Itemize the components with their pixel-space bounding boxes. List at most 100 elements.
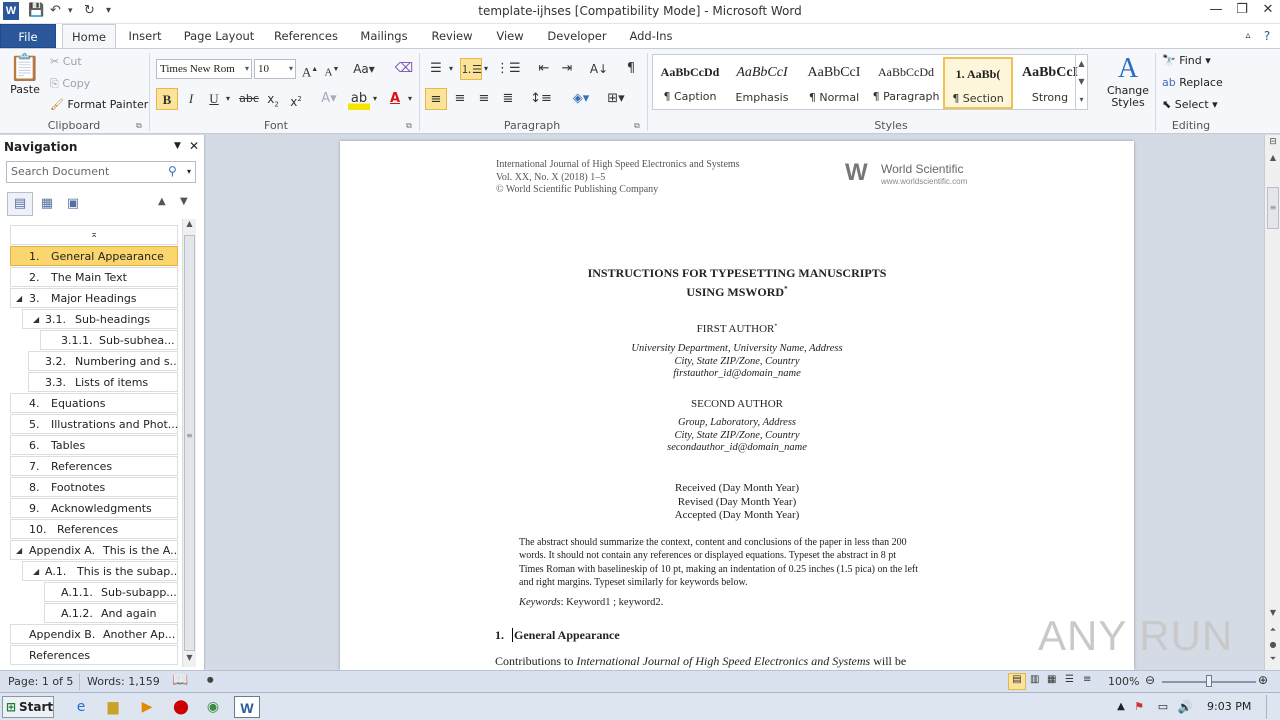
align-center-button[interactable]: ≡ — [449, 88, 471, 110]
volume-icon[interactable]: 🔊 — [1172, 696, 1198, 718]
font-color-icon[interactable]: A — [384, 88, 406, 110]
list-item[interactable]: 2. The Main Text — [10, 267, 178, 287]
list-item[interactable]: ◢ Appendix A. This is the A... — [10, 540, 178, 560]
start-button[interactable]: ⊞ Start — [2, 696, 54, 718]
zoom-in-icon[interactable]: ⊕ — [1258, 673, 1268, 687]
tab-results[interactable]: ▣ — [60, 192, 86, 216]
zoom-slider-thumb[interactable] — [1206, 675, 1212, 687]
numbering-dropdown-icon[interactable]: ▾ — [480, 58, 492, 80]
scroll-thumb[interactable]: ≡ — [184, 235, 195, 651]
highlight-dropdown-icon[interactable]: ▾ — [369, 88, 381, 110]
scroll-up-icon[interactable]: ▲ — [1267, 153, 1279, 165]
close-icon[interactable]: ✕ — [189, 139, 199, 153]
web-layout-icon[interactable]: ▦ — [1047, 674, 1056, 685]
paste-button[interactable]: 📋 Paste — [8, 53, 42, 107]
dialog-launcher-icon[interactable]: ⧉ — [634, 121, 640, 131]
list-item[interactable]: A.1.2. And again — [44, 603, 178, 623]
list-item[interactable]: ◢ 3.1. Sub-headings — [22, 309, 178, 329]
nav-scrollbar[interactable]: ▲ ≡ ▼ — [182, 219, 196, 667]
font-size-combo[interactable]: 10 ▾ — [254, 59, 296, 79]
dialog-launcher-icon[interactable]: ⧉ — [136, 121, 142, 131]
collapse-icon[interactable]: ◢ — [16, 541, 22, 559]
zoom-out-icon[interactable]: ⊖ — [1145, 673, 1155, 687]
list-item[interactable]: ◢ A.1. This is the subap... — [22, 561, 178, 581]
help-icon[interactable]: ? — [1258, 24, 1276, 48]
minimize-icon[interactable]: — — [1204, 2, 1228, 20]
collapse-icon[interactable]: ◢ — [16, 289, 22, 307]
tab-pages[interactable]: ▦ — [34, 192, 60, 216]
list-item[interactable]: References — [10, 645, 178, 665]
tab-headings[interactable]: ▤ — [7, 192, 33, 216]
tab-references[interactable]: References — [272, 24, 340, 48]
list-item[interactable]: A.1.1. Sub-subapp... — [44, 582, 178, 602]
ruler-toggle-icon[interactable]: ⊟ — [1267, 137, 1279, 149]
list-item[interactable]: 3.2. Numbering and s... — [28, 351, 178, 371]
list-item[interactable]: 10. References — [10, 519, 178, 539]
highlight-icon[interactable]: ab — [348, 88, 370, 110]
select-button[interactable]: ⬉ Select ▾ — [1162, 98, 1218, 111]
list-item[interactable]: Appendix B. Another Ap... — [10, 624, 178, 644]
full-screen-reading-icon[interactable]: ▥ — [1030, 674, 1039, 685]
underline-dropdown-icon[interactable]: ▾ — [222, 88, 234, 110]
tab-add-ins[interactable]: Add-Ins — [624, 24, 678, 48]
list-item[interactable]: ◢ 3. Major Headings — [10, 288, 178, 308]
close-icon[interactable]: ✕ — [1256, 2, 1280, 20]
list-item[interactable]: 5. Illustrations and Phot... — [10, 414, 178, 434]
scroll-up-icon[interactable]: ▲ — [183, 219, 196, 233]
media-player-icon[interactable]: ▶ — [134, 696, 160, 718]
print-layout-view-icon[interactable]: ▤ — [1008, 673, 1026, 690]
tab-insert[interactable]: Insert — [124, 24, 166, 48]
tab-review[interactable]: Review — [428, 24, 476, 48]
line-spacing-icon[interactable]: ↕≡ — [530, 88, 552, 110]
scroll-down-icon[interactable]: ▼ — [1267, 608, 1279, 620]
scroll-thumb[interactable]: ≡ — [1267, 187, 1279, 229]
zoom-level[interactable]: 100% — [1108, 675, 1139, 688]
clear-formatting-icon[interactable]: ⌫ — [393, 58, 415, 80]
previous-page-icon[interactable]: ⏶ — [1267, 625, 1279, 637]
antivirus-icon[interactable]: ⬤ — [168, 696, 194, 718]
find-button[interactable]: 🔭 Find ▾ — [1162, 54, 1211, 67]
restore-icon[interactable]: ❐ — [1230, 2, 1254, 20]
style-paragraph[interactable]: AaBbCcDd ¶ Paragraph — [871, 57, 941, 109]
justify-button[interactable]: ≣ — [497, 88, 519, 110]
scroll-down-icon[interactable]: ▼ — [183, 653, 196, 667]
tab-file[interactable]: File — [0, 24, 56, 48]
bullets-icon[interactable]: ☰ — [425, 58, 447, 80]
shrink-font-icon[interactable]: A▼ — [321, 58, 343, 80]
list-item[interactable]: 8. Footnotes — [10, 477, 178, 497]
decrease-indent-icon[interactable]: ⇤ — [533, 58, 555, 80]
tab-home[interactable]: Home — [62, 24, 116, 49]
minimize-ribbon-icon[interactable]: ▵ — [1240, 24, 1256, 48]
grow-font-icon[interactable]: A▲ — [299, 58, 321, 80]
borders-icon[interactable]: ⊞▾ — [605, 88, 627, 110]
chevron-down-icon[interactable]: ▼ — [174, 141, 181, 151]
next-page-icon[interactable]: ⏷ — [1267, 654, 1279, 666]
list-item[interactable]: 7. References — [10, 456, 178, 476]
tab-view[interactable]: View — [492, 24, 528, 48]
font-name-combo[interactable]: Times New Rom ▾ — [156, 59, 252, 79]
cut-button[interactable]: ✂ Cut — [50, 55, 82, 68]
change-case-icon[interactable]: Aa▾ — [353, 58, 375, 80]
list-item[interactable]: 9. Acknowledgments — [10, 498, 178, 518]
list-item[interactable]: 4. Equations — [10, 393, 178, 413]
move-up-icon[interactable]: ▲ — [158, 196, 166, 207]
word-taskbar-icon[interactable]: W — [234, 696, 260, 718]
format-painter-button[interactable]: 🖌 Format Painter — [50, 98, 148, 111]
network-alert-icon[interactable]: ⚑ — [1126, 696, 1152, 718]
styles-scroll[interactable]: ▲ ▼ ▾ — [1075, 55, 1087, 109]
clock[interactable]: 9:03 PM — [1207, 700, 1251, 713]
list-item[interactable]: 3.1.1. Sub-subhea... — [40, 330, 178, 350]
page-count[interactable]: Page: 1 of 5 — [8, 675, 73, 688]
style-normal[interactable]: AaBbCcI ¶ Normal — [799, 57, 869, 109]
style-section[interactable]: 1. AaBb(¶ Section — [943, 57, 1013, 109]
replace-button[interactable]: ab Replace — [1162, 76, 1223, 89]
superscript-button[interactable]: x2 — [285, 88, 307, 110]
italic-button[interactable]: I — [180, 88, 202, 110]
browse-object-icon[interactable]: ● — [1267, 640, 1279, 652]
macro-record-icon[interactable]: ⏺ — [207, 673, 214, 688]
document-page[interactable]: International Journal of High Speed Elec… — [340, 141, 1134, 670]
increase-indent-icon[interactable]: ⇥ — [556, 58, 578, 80]
align-right-button[interactable]: ≡ — [473, 88, 495, 110]
outline-view-icon[interactable]: ☰ — [1065, 674, 1074, 685]
bullets-dropdown-icon[interactable]: ▾ — [445, 58, 457, 80]
